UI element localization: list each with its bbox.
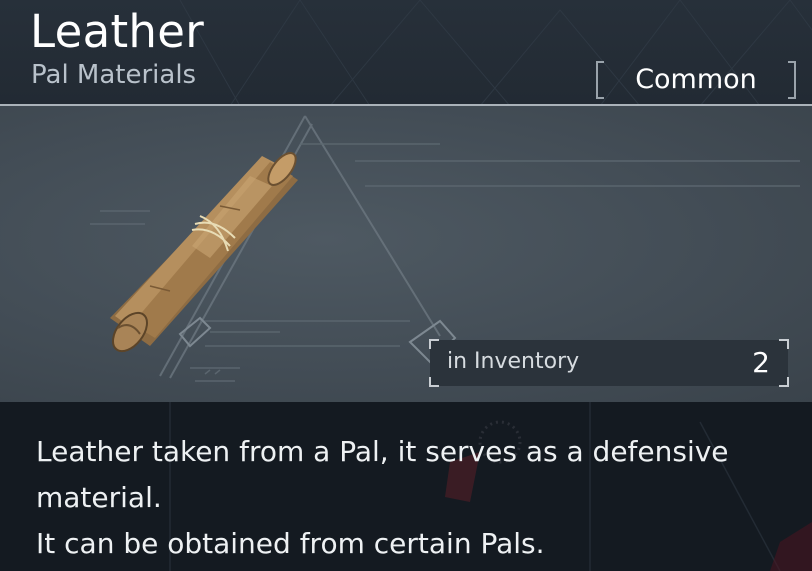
description-line: material. [36,481,162,514]
description-panel: Leather taken from a Pal, it serves as a… [0,402,812,571]
item-art-panel: in Inventory 2 [0,106,812,402]
item-name: Leather [30,5,204,58]
inventory-count: 2 [752,346,770,379]
item-header: Leather Pal Materials Common [0,0,812,106]
leather-roll-icon [110,152,298,353]
item-category: Pal Materials [31,60,197,90]
rarity-bracket-left [596,61,604,99]
item-description: Leather taken from a Pal, it serves as a… [36,429,796,567]
rarity-label: Common [635,63,757,95]
corner-bracket [779,339,789,349]
description-line: It can be obtained from certain Pals. [36,527,545,560]
corner-bracket [429,339,439,349]
inventory-label: in Inventory [447,349,580,374]
rarity-bracket-right [788,61,796,99]
inventory-count-panel: in Inventory 2 [429,339,789,387]
corner-bracket [429,377,439,387]
rarity-badge: Common [596,61,796,99]
description-line: Leather taken from a Pal, it serves as a… [36,435,729,468]
corner-bracket [779,377,789,387]
